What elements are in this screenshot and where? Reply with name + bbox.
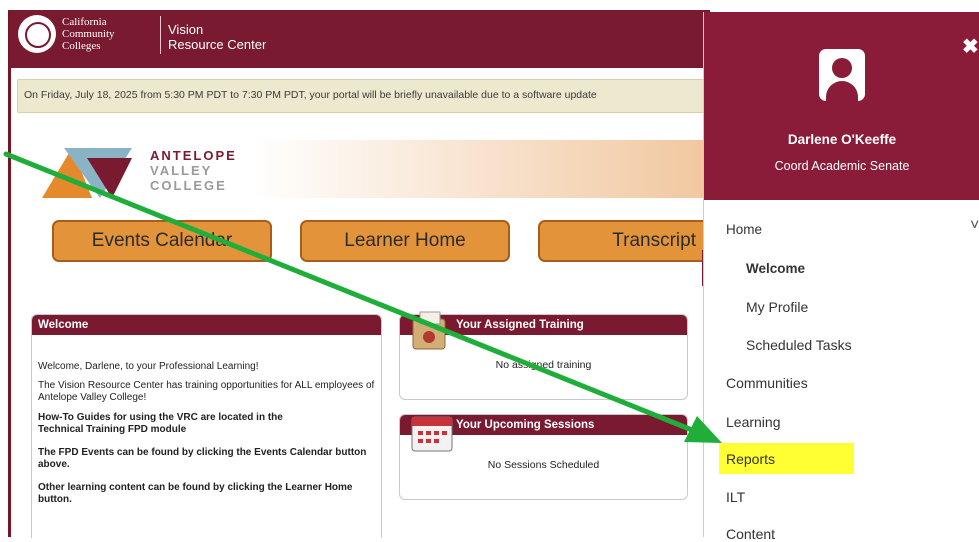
page: California Community Colleges Vision Res… xyxy=(0,0,979,542)
annotation-arrow xyxy=(3,151,722,443)
